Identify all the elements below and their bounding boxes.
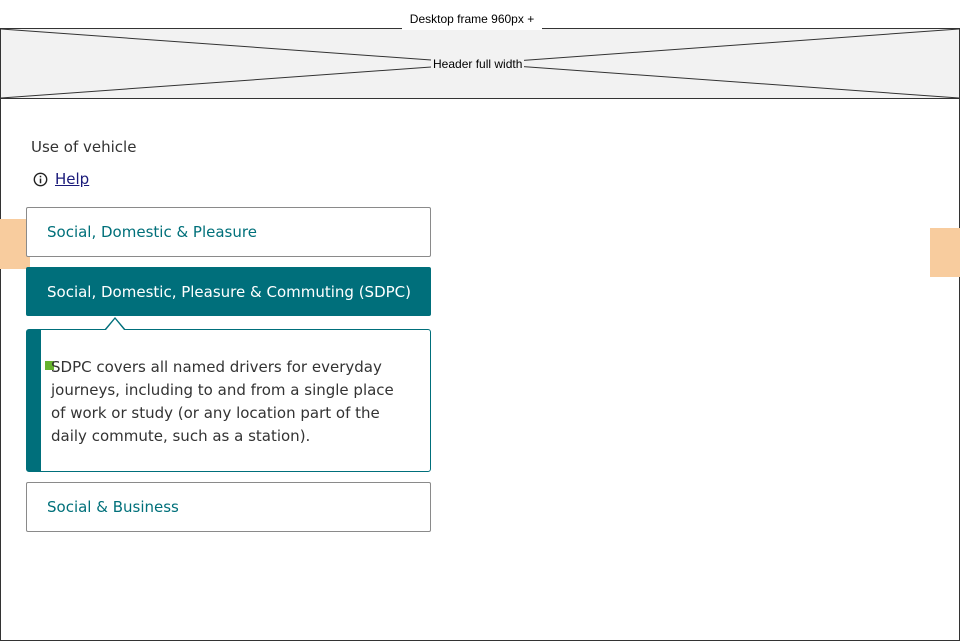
help-link[interactable]: Help <box>32 170 89 188</box>
info-box-pointer-inner <box>106 319 124 330</box>
use-of-vehicle-label: Use of vehicle <box>31 138 137 156</box>
option-label: Social, Domestic & Pleasure <box>47 223 257 241</box>
header-placeholder: Header full width <box>0 28 960 99</box>
help-link-label[interactable]: Help <box>55 170 89 188</box>
option-label: Social, Domestic, Pleasure & Commuting (… <box>47 282 411 301</box>
sdpc-info-text: SDPC covers all named drivers for everyd… <box>51 358 394 445</box>
option-social-domestic-pleasure[interactable]: Social, Domestic & Pleasure <box>26 207 431 257</box>
info-circle-icon <box>32 171 48 187</box>
header-label: Header full width <box>431 56 525 72</box>
option-sdpc[interactable]: Social, Domestic, Pleasure & Commuting (… <box>26 267 431 316</box>
option-label: Social & Business <box>47 498 179 516</box>
frame-label: Desktop frame 960px + <box>402 10 542 30</box>
right-margin-marker <box>930 228 960 277</box>
option-social-business[interactable]: Social & Business <box>26 482 431 532</box>
